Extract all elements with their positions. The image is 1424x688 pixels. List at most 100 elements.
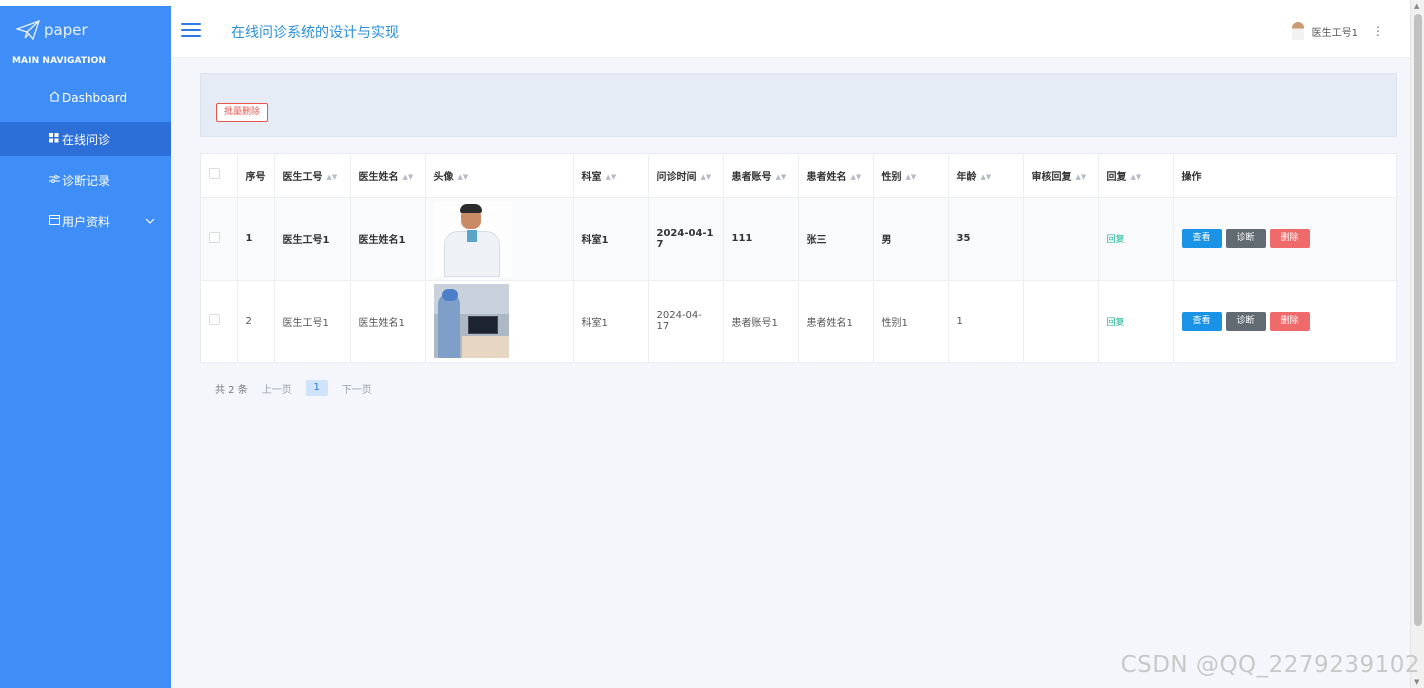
scrollbar-thumb[interactable] <box>1414 14 1422 626</box>
toolbar: 批量删除 <box>200 73 1397 137</box>
cell-patient-account: 患者账号1 <box>723 280 799 363</box>
cell-actions: 查看 诊断 删除 <box>1173 197 1396 281</box>
column-header[interactable]: 头像 ▲▼ <box>425 154 574 198</box>
grid-icon <box>47 132 61 146</box>
row-checkbox[interactable] <box>209 231 220 243</box>
column-header[interactable]: 患者姓名 ▲▼ <box>798 154 874 198</box>
sidebar-item-label: 用户资料 <box>62 214 111 229</box>
cell-age: 35 <box>948 197 1024 281</box>
sort-icon[interactable]: ▲▼ <box>851 173 862 181</box>
column-header[interactable]: 年龄 ▲▼ <box>948 154 1024 198</box>
prev-page-button[interactable]: 上一页 <box>262 381 292 396</box>
watermark: CSDN @QQ_2279239102 <box>1120 652 1420 678</box>
logo-text: paper <box>44 21 88 39</box>
sidebar-item-user-profile[interactable]: 用户资料 <box>0 204 171 238</box>
table-header-row: 序号 医生工号 ▲▼ 医生姓名 ▲▼ 头像 ▲▼ 科室 ▲▼ 问诊时间 ▲▼ 患者账号 ▲▼… <box>201 154 1396 198</box>
sort-icon[interactable]: ▲▼ <box>701 173 712 181</box>
sidebar-item-label: 在线问诊 <box>62 132 111 147</box>
cell-review-reply <box>1023 280 1099 363</box>
pagination: 共 2 条 上一页 1 下一页 <box>215 380 372 396</box>
home-icon <box>47 91 61 105</box>
delete-button[interactable]: 删除 <box>1269 311 1310 331</box>
delete-button[interactable]: 删除 <box>1269 229 1310 248</box>
reply-link[interactable]: 回复 <box>1107 318 1125 328</box>
cell-doctor-name: 医生姓名1 <box>350 197 426 281</box>
cell-gender: 性别1 <box>873 280 949 363</box>
sort-icon[interactable]: ▲▼ <box>981 173 992 181</box>
chevron-down-icon <box>145 216 155 227</box>
cell-patient-name: 张三 <box>798 197 874 281</box>
cell-review-reply <box>1023 197 1099 281</box>
select-all-checkbox[interactable] <box>209 168 220 180</box>
sort-icon[interactable]: ▲▼ <box>458 173 469 181</box>
batch-delete-button[interactable]: 批量删除 <box>216 103 269 122</box>
select-all-cell[interactable] <box>201 154 238 198</box>
cell-no: 1 <box>237 197 275 281</box>
sliders-icon <box>47 174 61 187</box>
sidebar-item-label: 诊断记录 <box>62 173 111 188</box>
doctor-photo <box>433 284 509 358</box>
cell-avatar <box>425 280 574 363</box>
sidebar-item-label: Dashboard <box>62 91 128 105</box>
vertical-scrollbar[interactable]: ▲ ▼ <box>1410 0 1424 688</box>
cell-time: 2024-04-17 <box>648 280 724 363</box>
column-header[interactable]: 医生工号 ▲▼ <box>274 154 351 198</box>
sort-icon[interactable]: ▲▼ <box>1076 173 1087 181</box>
cell-doctor-id: 医生工号1 <box>274 280 351 363</box>
row-checkbox[interactable] <box>209 314 220 325</box>
column-header: 序号 <box>237 154 275 198</box>
sort-icon[interactable]: ▲▼ <box>606 173 617 181</box>
column-header[interactable]: 问诊时间 ▲▼ <box>648 154 724 198</box>
sidebar-item-dashboard[interactable]: Dashboard <box>0 81 171 115</box>
more-vertical-icon[interactable]: ⋮ <box>1372 24 1384 38</box>
sidebar-item-online-consult[interactable]: 在线问诊 <box>0 122 196 156</box>
view-button[interactable]: 查看 <box>1181 229 1222 248</box>
paper-plane-icon <box>16 20 40 40</box>
current-page-button[interactable]: 1 <box>305 380 328 396</box>
page-title: 在线问诊系统的设计与实现 <box>231 25 399 41</box>
row-select-cell[interactable] <box>201 280 238 363</box>
card-icon <box>47 214 61 228</box>
column-header[interactable]: 患者账号 ▲▼ <box>723 154 799 198</box>
cell-time: 2024-04-17 <box>648 197 724 281</box>
nav-title: MAIN NAVIGATION <box>12 56 106 66</box>
diagnose-button[interactable]: 诊断 <box>1225 311 1266 331</box>
next-page-button[interactable]: 下一页 <box>342 381 372 396</box>
sidebar: paper MAIN NAVIGATION Dashboard 在线问诊 诊断记… <box>0 6 196 688</box>
data-table: 序号 医生工号 ▲▼ 医生姓名 ▲▼ 头像 ▲▼ 科室 ▲▼ 问诊时间 ▲▼ 患者账号 ▲▼… <box>200 153 1397 363</box>
column-header[interactable]: 性别 ▲▼ <box>873 154 949 198</box>
avatar <box>1291 22 1304 40</box>
column-header[interactable]: 科室 ▲▼ <box>573 154 649 198</box>
table-row: 2 医生工号1 医生姓名1 科室1 2024-04-17 患者账号1 患者姓名1… <box>201 280 1396 363</box>
cell-age: 1 <box>948 280 1024 363</box>
cell-dept: 科室1 <box>573 197 649 281</box>
cell-avatar <box>425 197 574 281</box>
cell-dept: 科室1 <box>573 280 649 363</box>
total-count: 共 2 条 <box>215 384 248 396</box>
sort-icon[interactable]: ▲▼ <box>403 173 414 181</box>
cell-no: 2 <box>237 280 275 363</box>
doctor-photo <box>433 200 512 277</box>
sidebar-item-diagnosis-records[interactable]: 诊断记录 <box>0 163 171 197</box>
cell-doctor-name: 医生姓名1 <box>350 280 426 363</box>
sort-icon[interactable]: ▲▼ <box>327 173 338 181</box>
sort-icon[interactable]: ▲▼ <box>1131 173 1142 181</box>
view-button[interactable]: 查看 <box>1181 311 1222 331</box>
menu-toggle-icon[interactable] <box>181 23 201 37</box>
logo[interactable]: paper <box>16 16 88 44</box>
cell-reply: 回复 <box>1098 280 1174 363</box>
sort-icon[interactable]: ▲▼ <box>776 173 787 181</box>
column-header[interactable]: 审核回复 ▲▼ <box>1023 154 1099 198</box>
reply-link[interactable]: 回复 <box>1107 235 1125 245</box>
scroll-up-icon[interactable]: ▲ <box>1414 2 1419 10</box>
column-header[interactable]: 医生姓名 ▲▼ <box>350 154 426 198</box>
sort-icon[interactable]: ▲▼ <box>906 173 917 181</box>
diagnose-button[interactable]: 诊断 <box>1225 229 1266 248</box>
user-menu[interactable]: 医生工号1 ⋮ <box>1291 22 1384 40</box>
row-select-cell[interactable] <box>201 197 238 281</box>
scroll-down-icon[interactable]: ▼ <box>1414 678 1419 686</box>
column-header: 操作 <box>1173 154 1396 198</box>
table-row: 1 医生工号1 医生姓名1 科室1 2024-04-1 7 111 张三 男 35… <box>201 197 1396 281</box>
column-header[interactable]: 回复 ▲▼ <box>1098 154 1174 198</box>
top-header: 在线问诊系统的设计与实现 医生工号1 ⋮ <box>171 6 1410 58</box>
